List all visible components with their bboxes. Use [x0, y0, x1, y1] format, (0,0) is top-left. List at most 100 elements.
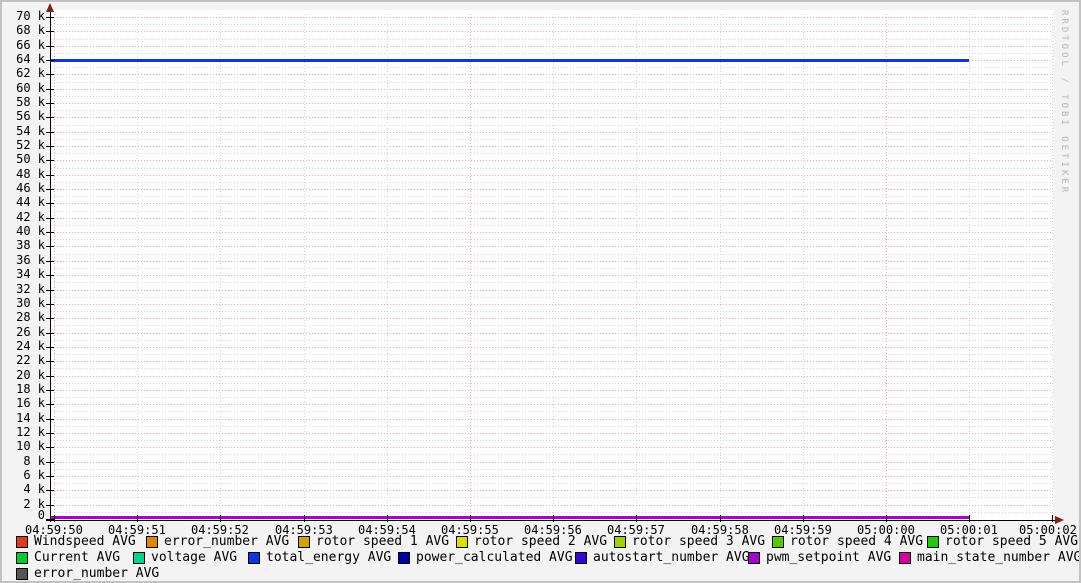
y-axis-label: 62 k [16, 66, 45, 80]
y-axis-label: 42 k [16, 210, 45, 224]
x-tick-mark [553, 515, 554, 522]
y-tick-mark [46, 17, 54, 18]
y-axis-label: 64 k [16, 52, 45, 66]
y-tick-mark [46, 132, 54, 133]
minor-gridline-v [304, 14, 305, 519]
y-axis-label: 40 k [16, 224, 45, 238]
x-tick-mark [220, 515, 221, 522]
y-axis-label: 12 k [16, 425, 45, 439]
minor-gridline-h [51, 225, 1051, 226]
major-gridline-h [51, 476, 1051, 477]
legend-label: rotor speed 4 AVG [790, 534, 924, 549]
legend-item-main-state-number-avg: main_state_number AVG [899, 551, 1079, 565]
x-tick-mark [304, 515, 305, 522]
minor-gridline-h [51, 354, 1051, 355]
major-gridline-h [51, 318, 1051, 319]
legend-item-rotor-speed-1-avg: rotor speed 1 AVG [298, 535, 449, 549]
minor-gridline-h [51, 426, 1051, 427]
y-tick-mark [46, 390, 54, 391]
major-gridline-h [51, 132, 1051, 133]
y-axis-arrow-icon [46, 3, 54, 12]
major-gridline-h [51, 304, 1051, 305]
minor-gridline-h [51, 67, 1051, 68]
y-tick-mark [46, 146, 54, 147]
x-tick-mark [387, 515, 388, 522]
y-tick-mark [46, 31, 54, 32]
minor-gridline-h [51, 483, 1051, 484]
legend-color-swatch [614, 536, 626, 548]
minor-gridline-h [51, 254, 1051, 255]
y-tick-mark [46, 232, 54, 233]
minor-gridline-h [51, 96, 1051, 97]
y-axis-label: 50 k [16, 152, 45, 166]
y-axis-label: 36 k [16, 253, 45, 267]
legend-color-swatch [248, 552, 260, 564]
legend-item-error-number-avg: error_number AVG [16, 567, 159, 581]
legend-label: Current AVG [34, 550, 121, 565]
major-gridline-h [51, 462, 1051, 463]
y-tick-mark [46, 89, 54, 90]
legend-label: rotor speed 1 AVG [316, 534, 450, 549]
y-tick-mark [46, 218, 54, 219]
minor-gridline-h [51, 282, 1051, 283]
x-axis-line [46, 520, 1055, 521]
legend-item-rotor-speed-2-avg: rotor speed 2 AVG [456, 535, 607, 549]
minor-gridline-v [553, 14, 554, 519]
y-axis-label: 22 k [16, 353, 45, 367]
y-axis-label: 14 k [16, 411, 45, 425]
y-tick-mark [46, 347, 54, 348]
legend-item-voltage-avg: voltage AVG [133, 551, 237, 565]
legend-label: error_number AVG [164, 534, 290, 549]
major-gridline-h [51, 390, 1051, 391]
major-gridline-h [51, 218, 1051, 219]
minor-gridline-h [51, 182, 1051, 183]
legend-color-swatch [298, 536, 310, 548]
y-tick-mark [46, 505, 54, 506]
minor-gridline-h [51, 311, 1051, 312]
minor-gridline-v [137, 14, 138, 519]
y-tick-mark [46, 433, 54, 434]
minor-gridline-h [51, 297, 1051, 298]
minor-gridline-h [51, 368, 1051, 369]
legend-item-autostart-number-avg: autostart_number AVG [575, 551, 750, 565]
major-gridline-h [51, 246, 1051, 247]
y-tick-mark [46, 404, 54, 405]
minor-gridline-v [636, 14, 637, 519]
y-axis-label: 24 k [16, 339, 45, 353]
legend-label: voltage AVG [151, 550, 238, 565]
major-gridline-h [51, 146, 1051, 147]
legend-color-swatch [16, 552, 28, 564]
x-tick-mark [720, 515, 721, 522]
major-gridline-v [470, 14, 471, 519]
y-axis-label: 34 k [16, 267, 45, 281]
legend-item-rotor-speed-4-avg: rotor speed 4 AVG [772, 535, 923, 549]
major-gridline-h [51, 275, 1051, 276]
legend-item-current-avg: Current AVG [16, 551, 120, 565]
y-tick-mark [46, 261, 54, 262]
major-gridline-h [51, 447, 1051, 448]
legend-label: rotor speed 3 AVG [632, 534, 766, 549]
y-tick-mark [46, 304, 54, 305]
y-tick-mark [46, 476, 54, 477]
x-tick-mark [803, 515, 804, 522]
y-axis-label: 48 k [16, 167, 45, 181]
minor-gridline-h [51, 440, 1051, 441]
y-axis-label: 38 k [16, 238, 45, 252]
minor-gridline-v [803, 14, 804, 519]
minor-gridline-h [51, 53, 1051, 54]
legend-color-swatch [16, 536, 28, 548]
y-axis-label: 70 k [16, 9, 45, 23]
minor-gridline-v [387, 14, 388, 519]
major-gridline-h [51, 74, 1051, 75]
legend-color-swatch [16, 568, 28, 580]
y-axis-label: 8 k [23, 454, 45, 468]
major-gridline-v [54, 14, 55, 519]
minor-gridline-h [51, 24, 1051, 25]
minor-gridline-h [51, 239, 1051, 240]
major-gridline-h [51, 333, 1051, 334]
minor-gridline-h [51, 110, 1051, 111]
major-gridline-h [51, 189, 1051, 190]
y-axis-label: 54 k [16, 124, 45, 138]
major-gridline-h [51, 404, 1051, 405]
major-gridline-h [51, 160, 1051, 161]
